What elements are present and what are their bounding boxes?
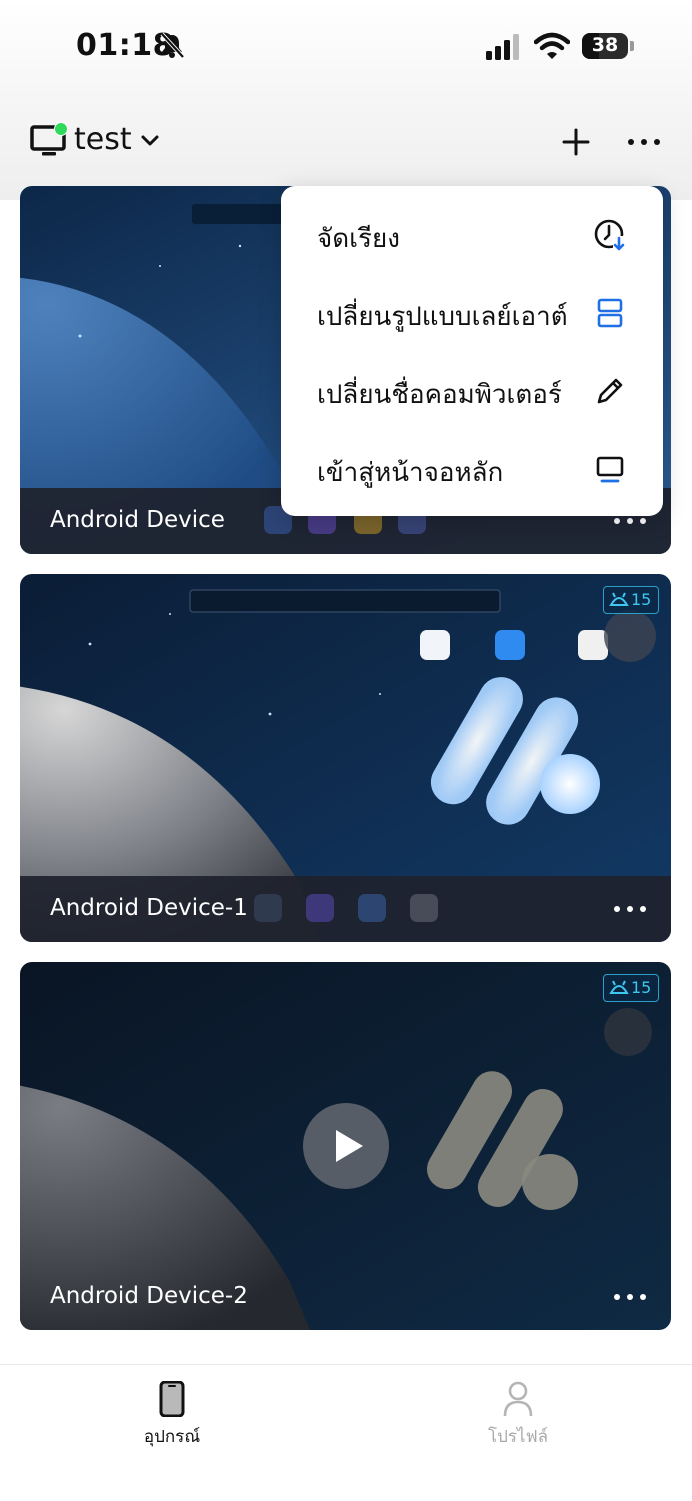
- context-menu: จัดเรียง เปลี่ยนรูปแบบเลย์เอาต์ เปลี่ยนช…: [281, 186, 663, 516]
- tab-label: โปรไฟล์: [487, 1427, 549, 1447]
- device-card[interactable]: 15 Android Device-1: [20, 574, 671, 942]
- person-icon: [503, 1381, 533, 1417]
- device-card-footer: Android Device-2: [20, 1264, 671, 1330]
- menu-item-label: เข้าสู่หน้าจอหลัก: [317, 458, 504, 488]
- device-card[interactable]: 15 Android Device-2: [20, 962, 671, 1330]
- device-more-button[interactable]: [613, 1284, 647, 1310]
- menu-item-label: เปลี่ยนชื่อคอมพิวเตอร์: [317, 380, 562, 410]
- pencil-icon: [597, 378, 623, 404]
- menu-item-label: จัดเรียง: [317, 224, 400, 254]
- layout-icon: [597, 298, 623, 328]
- monitor-icon: [596, 456, 624, 483]
- android-version: 15: [631, 590, 652, 609]
- tab-bar: อุปกรณ์ โปรไฟล์: [0, 1364, 692, 1501]
- battery-nub: [630, 41, 634, 51]
- add-button[interactable]: [558, 124, 594, 160]
- chevron-down-icon: [141, 135, 159, 146]
- device-more-button[interactable]: [613, 896, 647, 922]
- sort-clock-icon: [594, 219, 627, 252]
- android-version-badge: 15: [603, 586, 659, 614]
- more-options-button[interactable]: [626, 124, 662, 160]
- device-name: Android Device-1: [50, 895, 248, 921]
- tab-devices[interactable]: อุปกรณ์: [112, 1379, 232, 1459]
- header: test: [0, 110, 692, 174]
- device-name: Android Device-2: [50, 1283, 248, 1309]
- settings-app-icon: [254, 894, 282, 922]
- battery-body: 38: [582, 33, 628, 59]
- menu-item-main-screen[interactable]: เข้าสู่หน้าจอหลัก: [281, 428, 663, 506]
- gallery-app-icon: [306, 894, 334, 922]
- bell-muted-icon: [160, 32, 185, 59]
- menu-item-change-layout[interactable]: เปลี่ยนรูปแบบเลย์เอาต์: [281, 272, 663, 350]
- battery-indicator: 38: [582, 33, 636, 59]
- menu-item-sort[interactable]: จัดเรียง: [281, 194, 663, 272]
- play-button[interactable]: [303, 1103, 389, 1189]
- menu-item-label: เปลี่ยนรูปแบบเลย์เอาต์: [317, 302, 568, 332]
- phone-icon: [159, 1381, 185, 1417]
- wifi-icon: [534, 32, 570, 59]
- device-name: Android Device: [50, 507, 225, 533]
- tab-label: อุปกรณ์: [143, 1427, 201, 1447]
- status-bar: 01:18 38: [0, 0, 692, 92]
- files-app-icon: [358, 894, 386, 922]
- android-icon: [609, 980, 629, 994]
- device-card-footer: Android Device-1: [20, 876, 671, 942]
- menu-item-rename-computer[interactable]: เปลี่ยนชื่อคอมพิวเตอร์: [281, 350, 663, 428]
- android-version-badge: 15: [603, 974, 659, 1002]
- tab-profile[interactable]: โปรไฟล์: [458, 1379, 578, 1459]
- device-group-title: test: [74, 122, 132, 157]
- android-version: 15: [631, 978, 652, 997]
- browser-app-icon: [410, 894, 438, 922]
- cellular-signal-icon: [486, 34, 519, 60]
- battery-percent: 38: [591, 34, 619, 56]
- online-status-dot: [54, 122, 68, 136]
- android-icon: [609, 592, 629, 606]
